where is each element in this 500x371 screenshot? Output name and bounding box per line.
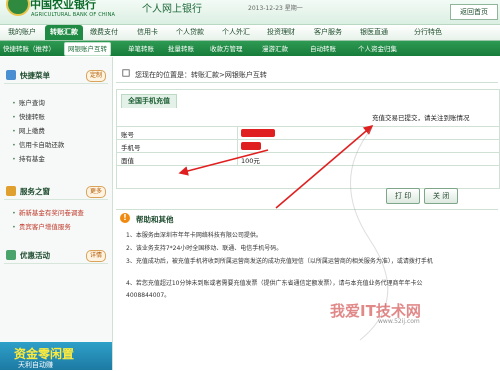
- subnav-payee-manage[interactable]: 收款方管理: [210, 43, 243, 53]
- back-home-button[interactable]: 返回首页: [450, 4, 498, 20]
- quick-menu-icon: [6, 70, 16, 80]
- column-divider: [237, 153, 238, 165]
- quick-menu-header: 快捷菜单 定制: [4, 67, 108, 84]
- redaction-mark: [241, 142, 261, 150]
- customize-button[interactable]: 定制: [85, 70, 106, 82]
- nav-investment[interactable]: 投资理财: [267, 27, 295, 37]
- nav-payment[interactable]: 缴费支付: [90, 27, 118, 37]
- redaction-mark: [241, 129, 275, 137]
- print-button[interactable]: 打 印: [386, 188, 421, 204]
- subnav-roaming-remit[interactable]: 漫游汇款: [262, 43, 288, 53]
- sidebar-item-credit-repay[interactable]: 信用卡自助还款: [12, 139, 65, 149]
- promotions-title: 优惠活动: [20, 251, 50, 260]
- main-content: 您现在的位置是：转账汇款>网银账户互转 全国手机充值 充值交易已提交，请关注到账…: [114, 57, 500, 370]
- form-row-account: 账号: [117, 126, 499, 139]
- nav-forex[interactable]: 个人外汇: [222, 27, 250, 37]
- help-title: 帮助和其他: [136, 215, 174, 224]
- quick-menu-title: 快捷菜单: [20, 71, 50, 80]
- watermark-url: www.52ij.com: [378, 318, 420, 325]
- promo-banner[interactable]: 资金零闲置 天利自动赚: [0, 342, 112, 370]
- nav-service[interactable]: 客户服务: [314, 27, 342, 37]
- info-icon: !: [120, 213, 130, 223]
- service-window-title: 服务之窗: [20, 187, 50, 196]
- status-message: 充值交易已提交，请关注到账情况: [372, 114, 470, 122]
- service-window-icon: [6, 186, 16, 196]
- form-row-amount: 面值 100元: [117, 152, 499, 165]
- subnav-auto-transfer[interactable]: 自动转账: [310, 43, 336, 53]
- sidebar-item-fast-transfer[interactable]: 快捷转账: [12, 111, 45, 121]
- tab-phone-recharge[interactable]: 全国手机充值: [121, 94, 177, 108]
- breadcrumb-text: 您现在的位置是：转账汇款>网银账户互转: [135, 71, 267, 79]
- promotions-header: 优惠活动 详情: [4, 247, 108, 264]
- form-row-end: [117, 165, 499, 178]
- amount-value: 100元: [241, 157, 260, 165]
- home-icon: [122, 69, 130, 77]
- help-section: ! 帮助和其他 1、本服务由深圳市年年卡网络科技有限公司提供。 2、该业务支持7…: [116, 209, 498, 371]
- nav-medical[interactable]: 银医直通: [360, 27, 388, 37]
- details-button[interactable]: 详情: [85, 250, 106, 262]
- help-item: 4008844007。: [126, 292, 171, 299]
- help-item: 4、若您充值超过10分钟未到账或者需要充值发票（提供广东省通信定额发票），请与本…: [126, 280, 423, 287]
- form-row-phone: 手机号: [117, 139, 499, 152]
- breadcrumb: 您现在的位置是：转账汇款>网银账户互转: [116, 66, 498, 83]
- promotions-icon: [6, 250, 16, 260]
- promo-banner-sub: 天利自动赚: [18, 361, 53, 369]
- close-button[interactable]: 关 闭: [424, 188, 459, 204]
- nav-branch[interactable]: 分行特色: [414, 27, 442, 37]
- sidebar-item-account-query[interactable]: 账户查询: [12, 97, 45, 107]
- bank-name: 中国农业银行: [30, 0, 96, 11]
- account-label: 账号: [121, 131, 134, 139]
- sidebar-item-survey[interactable]: 新新基金有奖问卷调查: [12, 207, 84, 217]
- subnav-fund-collect[interactable]: 个人资金归集: [358, 43, 397, 53]
- amount-label: 面值: [121, 157, 134, 165]
- top-header: 中国农业银行 AGRICULTURAL BANK OF CHINA 个人网上银行…: [0, 0, 500, 25]
- column-divider: [237, 140, 238, 152]
- bank-name-en: AGRICULTURAL BANK OF CHINA: [31, 12, 116, 18]
- help-item: 3、充值成功后，被充值手机将收到所属运营商发送的成功充值短信（以所属运营商的相关…: [126, 258, 433, 265]
- sidebar: 快捷菜单 定制 账户查询 快捷转账 网上缴费 信用卡自助还款 持有基金 服务之窗…: [0, 57, 113, 370]
- nav-transfer[interactable]: 转账汇款: [45, 25, 83, 40]
- sidebar-item-online-payment[interactable]: 网上缴费: [12, 125, 45, 135]
- nav-my-account[interactable]: 我的账户: [8, 27, 36, 37]
- bank-logo-icon: [6, 0, 30, 16]
- subnav-fast-transfer[interactable]: 快捷转账（推荐）: [3, 43, 55, 53]
- subnav-account-transfer[interactable]: 网银账户互转: [64, 42, 111, 56]
- subnav-single-transfer[interactable]: 单笔转账: [128, 43, 154, 53]
- service-window-header: 服务之窗 更多: [4, 183, 108, 200]
- nav-credit-card[interactable]: 信用卡: [137, 27, 158, 37]
- sidebar-item-vip-service[interactable]: 贵宾客户增值服务: [12, 221, 71, 231]
- column-divider: [237, 127, 238, 139]
- subnav-batch-transfer[interactable]: 批量转账: [168, 43, 194, 53]
- portal-title: 个人网上银行: [142, 4, 202, 15]
- more-button[interactable]: 更多: [85, 186, 106, 198]
- sub-nav: 快捷转账（推荐） 网银账户互转 单笔转账 批量转账 收款方管理 漫游汇款 自动转…: [0, 41, 500, 56]
- nav-loan[interactable]: 个人贷款: [176, 27, 204, 37]
- date-text: 2013-12-23 星期一: [248, 5, 303, 12]
- help-item: 1、本服务由深圳市年年卡网络科技有限公司提供。: [126, 232, 262, 239]
- help-item: 2、该业务支持7*24小时全国移动、联通、电信手机号码。: [126, 245, 283, 252]
- phone-label: 手机号: [121, 144, 141, 152]
- sidebar-item-funds[interactable]: 持有基金: [12, 153, 45, 163]
- main-nav: 我的账户 转账汇款 缴费支付 信用卡 个人贷款 个人外汇 投资理财 客户服务 银…: [0, 25, 500, 41]
- recharge-form: 全国手机充值 充值交易已提交，请关注到账情况 账号 手机号 面值 100元: [116, 89, 500, 189]
